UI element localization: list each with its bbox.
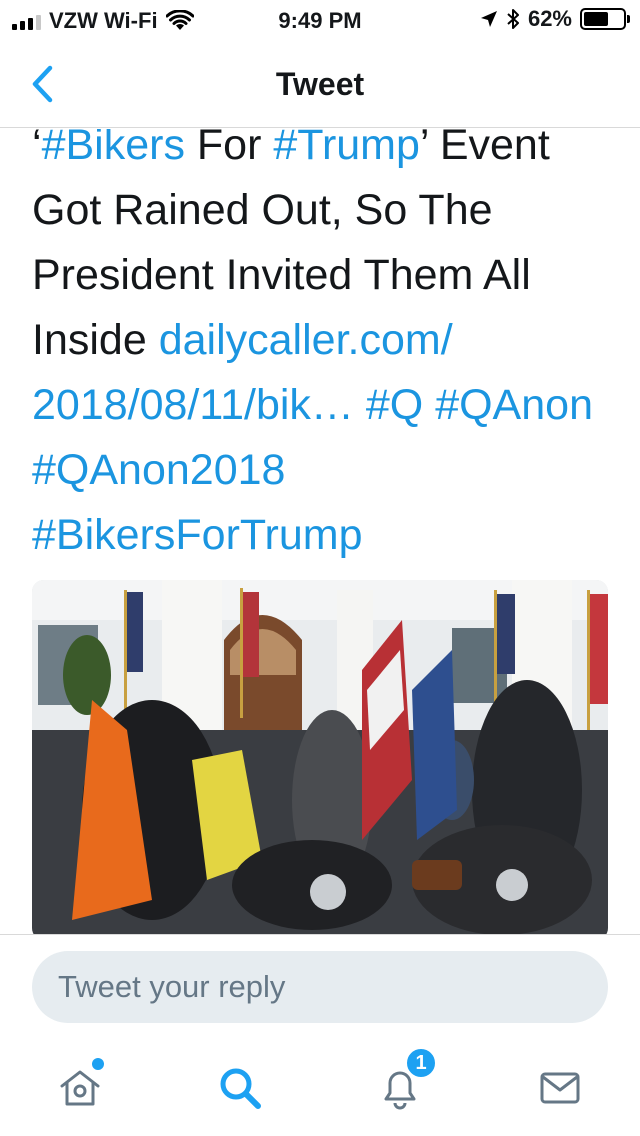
battery-percent: 62%	[527, 6, 572, 31]
tweet-line-2: Got Rained Out, So The	[32, 186, 493, 234]
tweet-line-1: ‘#Bikers For #Trump’ Event	[32, 129, 622, 178]
tweet-line-5: 2018/08/11/bik… #Q #QAnon	[32, 373, 622, 438]
tweet-text: ‘#Bikers For #Trump’ Event Got Rained Ou…	[32, 129, 622, 568]
hashtag-bikers-link[interactable]: #Bikers	[42, 129, 185, 169]
quote-mark: ‘	[32, 129, 42, 169]
hashtag-qanon2018-link[interactable]: #QAnon2018	[32, 438, 622, 503]
home-notification-dot	[92, 1058, 104, 1070]
status-bar: VZW Wi-Fi 9:49 PM 62%	[0, 0, 640, 40]
tab-bar: 1	[0, 1038, 640, 1136]
tweet-photo[interactable]	[32, 580, 608, 934]
hashtag-bikersfortrump-link[interactable]: #BikersForTrump	[32, 503, 622, 568]
tweet-text-event: ’ Event	[419, 129, 550, 169]
page-title: Tweet	[275, 66, 365, 102]
tab-messages[interactable]	[532, 1060, 588, 1116]
tweet-content: ‘#Bikers For #Trump’ Event Got Rained Ou…	[0, 129, 640, 934]
url-link-continued[interactable]: 2018/08/11/bik…	[32, 381, 354, 429]
search-icon	[220, 1068, 261, 1109]
url-link[interactable]: dailycaller.com/	[159, 316, 453, 364]
status-right: 62%	[480, 6, 630, 32]
tab-search[interactable]	[212, 1060, 268, 1116]
hashtag-trump-link[interactable]: #Trump	[273, 129, 420, 169]
location-arrow-icon	[480, 11, 497, 27]
tab-notifications[interactable]: 1	[372, 1046, 438, 1116]
tweet-text-for: For	[184, 129, 274, 169]
tweet-text-inside: Inside	[32, 316, 159, 364]
notification-badge: 1	[404, 1046, 438, 1080]
nav-bar: Tweet	[0, 40, 640, 128]
tab-home[interactable]	[52, 1058, 108, 1116]
hashtag-q-links[interactable]: #Q #QAnon	[354, 381, 593, 429]
envelope-icon	[540, 1072, 580, 1104]
home-icon	[60, 1070, 100, 1106]
tweet-line-3: President Invited Them All	[32, 251, 531, 299]
reply-area: Tweet your reply	[0, 934, 640, 1038]
tweet-line-4: Inside dailycaller.com/	[32, 308, 622, 373]
battery-fill	[584, 12, 608, 26]
bluetooth-icon	[507, 9, 519, 29]
photo-illustration	[32, 580, 608, 934]
reply-input[interactable]: Tweet your reply	[32, 951, 608, 1023]
battery-icon	[580, 8, 630, 30]
